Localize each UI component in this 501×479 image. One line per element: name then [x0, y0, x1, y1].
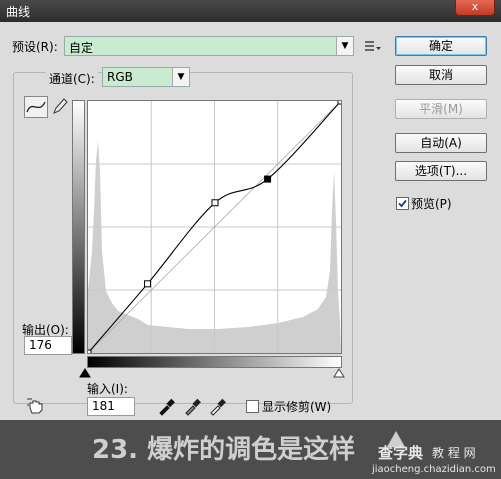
preset-menu-icon[interactable] — [362, 37, 384, 57]
close-button[interactable]: x — [455, 0, 495, 16]
channel-select[interactable]: RGB ▼ — [102, 67, 190, 87]
black-point-slider-icon[interactable] — [79, 367, 91, 381]
auto-button[interactable]: 自动(A) — [395, 133, 487, 153]
selected-control-point[interactable] — [264, 175, 272, 183]
window-title: 曲线 — [6, 5, 31, 19]
output-gradient-bar — [72, 100, 85, 354]
options-button[interactable]: 选项(T)... — [395, 161, 487, 181]
caption-banner: 23. 爆炸的调色是这样 查字典 教 程 网 jiaocheng.chazidi… — [0, 420, 501, 479]
caption-text: 23. 爆炸的调色是这样 — [92, 435, 356, 465]
white-eyedropper-icon[interactable] — [206, 396, 228, 416]
curve-tool-icon[interactable] — [24, 96, 48, 118]
show-clipping-checkbox[interactable] — [246, 400, 259, 413]
hand-adjust-icon[interactable] — [26, 396, 48, 416]
input-gradient-bar — [87, 356, 342, 368]
smooth-button[interactable]: 平滑(M) — [395, 99, 487, 119]
watermark-logo: 查字典 — [378, 444, 424, 462]
output-field[interactable]: 176 — [24, 336, 72, 355]
control-point[interactable] — [211, 199, 219, 207]
show-clipping-label: 显示修剪(W) — [262, 400, 332, 414]
white-point-slider-icon[interactable] — [333, 367, 345, 381]
channel-value: RGB — [107, 70, 133, 84]
title-bar: 曲线 x — [0, 0, 501, 22]
black-eyedropper-icon[interactable] — [155, 396, 177, 416]
control-point[interactable] — [144, 280, 152, 288]
preset-value: 自定 — [69, 41, 94, 55]
channel-label: 通道(C): — [46, 70, 98, 87]
preview-label: 预览(P) — [411, 197, 452, 211]
chevron-down-icon: ▼ — [336, 37, 353, 55]
ok-button[interactable]: 确定 — [395, 36, 487, 56]
gray-eyedropper-icon[interactable] — [181, 396, 203, 416]
control-point[interactable] — [337, 101, 341, 105]
pencil-tool-icon[interactable] — [49, 96, 71, 116]
preview-checkbox[interactable] — [396, 197, 409, 210]
preset-select[interactable]: 自定 ▼ — [64, 36, 354, 56]
preset-label: 预设(R): — [12, 40, 58, 54]
curve-graph[interactable] — [87, 100, 342, 354]
cancel-button[interactable]: 取消 — [395, 65, 487, 85]
chevron-down-icon: ▼ — [172, 68, 189, 86]
input-label: 输入(I): — [87, 382, 128, 396]
input-field[interactable]: 181 — [87, 397, 135, 416]
watermark-subtitle: 教 程 网 — [432, 446, 476, 460]
watermark-url: jiaocheng.chazidian.com — [372, 464, 496, 475]
control-point[interactable] — [88, 349, 92, 353]
